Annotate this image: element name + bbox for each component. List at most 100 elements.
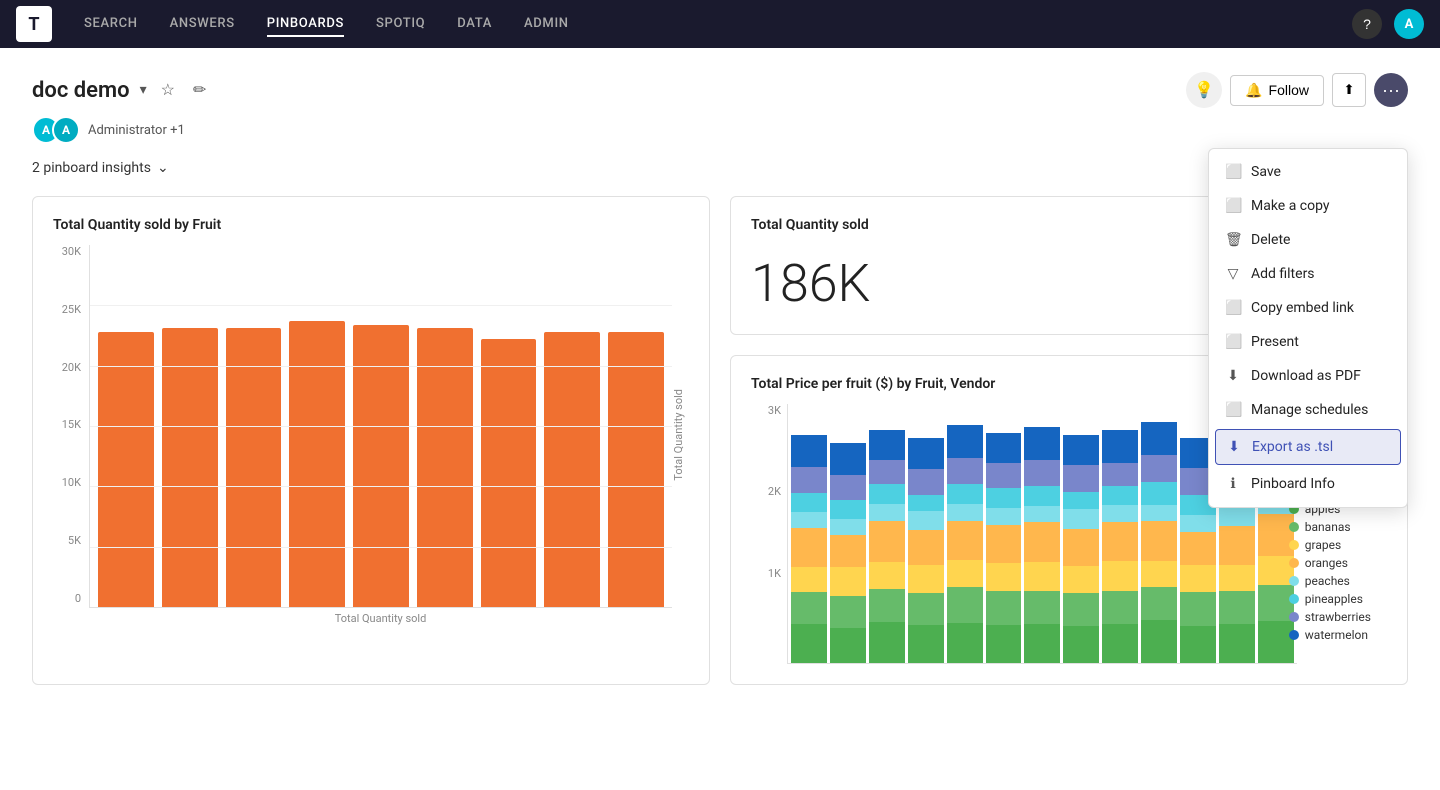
insights-button[interactable]: 💡 xyxy=(1186,72,1222,108)
nav-admin[interactable]: ADMIN xyxy=(524,12,569,37)
embed-icon: ⬜ xyxy=(1225,300,1241,316)
menu-delete[interactable]: 🗑 Delete xyxy=(1209,223,1407,257)
nav-pinboards[interactable]: PINBOARDS xyxy=(267,12,344,37)
nav-right: ? A xyxy=(1352,9,1424,39)
stacked-y-1k: 1K xyxy=(768,567,781,580)
legend-peaches: peaches xyxy=(1289,574,1371,588)
bar-1[interactable] xyxy=(98,332,154,607)
stacked-col-9[interactable] xyxy=(1102,430,1138,663)
bar-6[interactable] xyxy=(417,328,473,607)
bar-4[interactable] xyxy=(289,321,345,607)
bar-2[interactable] xyxy=(162,328,218,607)
pinboard-title: doc demo xyxy=(32,78,130,103)
insights-row[interactable]: 2 pinboard insights ⌄ xyxy=(32,160,1408,176)
bar-7[interactable] xyxy=(481,339,537,607)
stacked-col-10[interactable] xyxy=(1141,422,1177,663)
legend-dot-strawberries xyxy=(1289,612,1299,622)
menu-export-tsl[interactable]: ⬇ Export as .tsl xyxy=(1215,429,1401,465)
title-dropdown-icon[interactable]: ▾ xyxy=(140,82,147,98)
menu-add-filters[interactable]: ▽ Add filters xyxy=(1209,257,1407,291)
menu-present-label: Present xyxy=(1251,334,1299,350)
legend-dot-oranges xyxy=(1289,558,1299,568)
app-logo[interactable]: T xyxy=(16,6,52,42)
top-navigation: T SEARCH ANSWERS PINBOARDS SPOTIQ DATA A… xyxy=(0,0,1440,48)
menu-filter-label: Add filters xyxy=(1251,266,1315,282)
legend-watermelon: watermelon xyxy=(1289,628,1371,642)
star-button[interactable]: ☆ xyxy=(157,76,179,104)
title-row: doc demo ▾ ☆ ✏ xyxy=(32,76,210,104)
menu-embed-label: Copy embed link xyxy=(1251,300,1354,316)
nav-answers[interactable]: ANSWERS xyxy=(170,12,235,37)
main-content: doc demo ▾ ☆ ✏ 💡 🔔 Follow ⬆ ··· A A Admi… xyxy=(0,48,1440,790)
insights-chevron: ⌄ xyxy=(157,160,169,176)
y-label-15k: 15K xyxy=(62,418,81,431)
avatar-2: A xyxy=(52,116,80,144)
x-axis-label: Total Quantity sold xyxy=(89,612,672,625)
stacked-col-2[interactable] xyxy=(830,443,866,663)
bar-3[interactable] xyxy=(226,328,282,607)
legend-strawberries: strawberries xyxy=(1289,610,1371,624)
avatars-row: A A Administrator +1 xyxy=(32,116,1408,144)
stacked-col-1[interactable] xyxy=(791,435,827,663)
chart1-title: Total Quantity sold by Fruit xyxy=(53,217,689,233)
chart-card-1: Total Quantity sold by Fruit 30K 25K 20K… xyxy=(32,196,710,685)
stacked-col-3[interactable] xyxy=(869,430,905,663)
follow-button[interactable]: 🔔 Follow xyxy=(1230,75,1324,106)
export-icon: ⬇ xyxy=(1226,439,1242,455)
share-button[interactable]: ⬆ xyxy=(1332,73,1366,107)
legend-label-bananas: bananas xyxy=(1305,520,1351,534)
stacked-col-8[interactable] xyxy=(1063,435,1099,663)
legend-dot-pineapples xyxy=(1289,594,1299,604)
y-label-30k: 30K xyxy=(62,245,81,258)
legend-oranges: oranges xyxy=(1289,556,1371,570)
menu-present[interactable]: ⬜ Present xyxy=(1209,325,1407,359)
delete-icon: 🗑 xyxy=(1225,232,1241,248)
legend-dot-bananas xyxy=(1289,522,1299,532)
menu-info-label: Pinboard Info xyxy=(1251,476,1335,492)
edit-button[interactable]: ✏ xyxy=(189,76,210,104)
bar-9[interactable] xyxy=(608,332,664,607)
user-avatar-nav[interactable]: A xyxy=(1394,9,1424,39)
nav-items: SEARCH ANSWERS PINBOARDS SPOTIQ DATA ADM… xyxy=(84,12,1320,37)
menu-save[interactable]: ⬜ Save xyxy=(1209,155,1407,189)
menu-make-copy[interactable]: ⬜ Make a copy xyxy=(1209,189,1407,223)
stacked-y-3k: 3K xyxy=(768,404,781,417)
nav-search[interactable]: SEARCH xyxy=(84,12,138,37)
legend-dot-grapes xyxy=(1289,540,1299,550)
menu-copy-label: Make a copy xyxy=(1251,198,1330,214)
menu-pdf-label: Download as PDF xyxy=(1251,368,1361,384)
admin-label: Administrator +1 xyxy=(88,123,185,138)
legend-label-oranges: oranges xyxy=(1305,556,1348,570)
avatars-group: A A xyxy=(32,116,80,144)
insights-label: 2 pinboard insights xyxy=(32,160,151,176)
y-label-5k: 5K xyxy=(68,534,81,547)
stacked-col-4[interactable] xyxy=(908,438,944,663)
legend-bananas: bananas xyxy=(1289,520,1371,534)
legend-label-watermelon: watermelon xyxy=(1305,628,1368,642)
nav-data[interactable]: DATA xyxy=(457,12,492,37)
menu-manage-schedules[interactable]: ⬜ Manage schedules xyxy=(1209,393,1407,427)
menu-pinboard-info[interactable]: ℹ Pinboard Info xyxy=(1209,467,1407,501)
chart-grid: Total Quantity sold by Fruit 30K 25K 20K… xyxy=(32,196,1408,685)
pinboard-header: doc demo ▾ ☆ ✏ 💡 🔔 Follow ⬆ ··· xyxy=(32,72,1408,108)
legend-label-grapes: grapes xyxy=(1305,538,1341,552)
help-button[interactable]: ? xyxy=(1352,9,1382,39)
legend-dot-watermelon xyxy=(1289,630,1299,640)
copy-icon: ⬜ xyxy=(1225,198,1241,214)
nav-spotiq[interactable]: SPOTIQ xyxy=(376,12,425,37)
present-icon: ⬜ xyxy=(1225,334,1241,350)
menu-download-pdf[interactable]: ⬇ Download as PDF xyxy=(1209,359,1407,393)
legend-dot-peaches xyxy=(1289,576,1299,586)
menu-delete-label: Delete xyxy=(1251,232,1290,248)
stacked-col-7[interactable] xyxy=(1024,427,1060,663)
bar-5[interactable] xyxy=(353,325,409,607)
save-icon: ⬜ xyxy=(1225,164,1241,180)
more-button[interactable]: ··· xyxy=(1374,73,1408,107)
stacked-col-6[interactable] xyxy=(986,433,1022,664)
legend-label-peaches: peaches xyxy=(1305,574,1350,588)
menu-copy-embed[interactable]: ⬜ Copy embed link xyxy=(1209,291,1407,325)
stacked-col-5[interactable] xyxy=(947,425,983,663)
legend-label-strawberries: strawberries xyxy=(1305,610,1371,624)
bar-8[interactable] xyxy=(544,332,600,607)
menu-export-label: Export as .tsl xyxy=(1252,439,1333,455)
